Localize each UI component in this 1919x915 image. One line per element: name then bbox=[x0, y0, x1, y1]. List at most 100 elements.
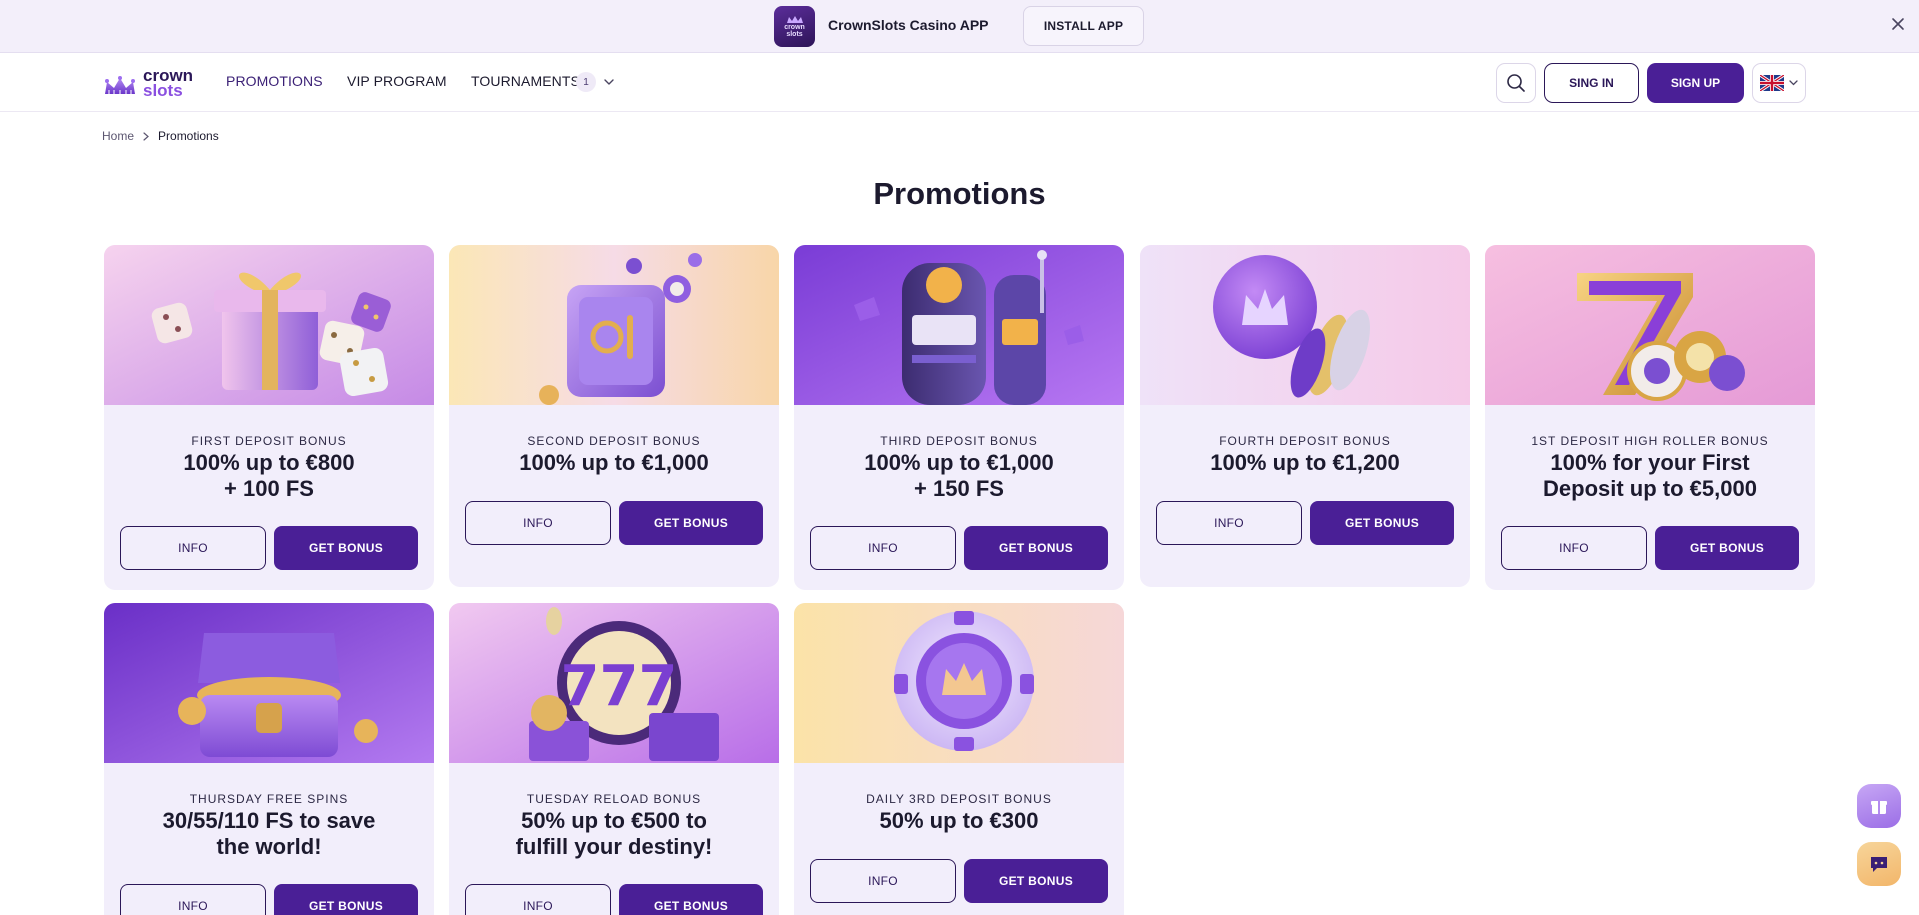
info-button[interactable]: INFO bbox=[120, 884, 266, 915]
info-button[interactable]: INFO bbox=[1156, 501, 1302, 545]
breadcrumb-home[interactable]: Home bbox=[102, 129, 134, 143]
get-bonus-button[interactable]: GET BONUS bbox=[1655, 526, 1799, 570]
app-icon-text-2: slots bbox=[786, 30, 803, 38]
close-icon[interactable] bbox=[1891, 17, 1905, 31]
logo-crown-icon bbox=[105, 76, 135, 94]
chat-icon bbox=[1871, 857, 1887, 872]
promo-headline: 100% up to €1,000 + 150 FS bbox=[814, 450, 1104, 502]
promo-headline: 100% up to €1,000 bbox=[469, 450, 759, 476]
promo-headline: 100% up to €1,200 bbox=[1160, 450, 1450, 476]
gift-icon bbox=[1871, 801, 1887, 814]
app-icon-text-1: crown bbox=[784, 23, 805, 31]
info-button[interactable]: INFO bbox=[1501, 526, 1647, 570]
get-bonus-button[interactable]: GET BONUS bbox=[274, 884, 418, 915]
chevron-down-icon bbox=[1789, 80, 1798, 86]
promo-headline-line1: 100% up to €1,000 bbox=[519, 450, 709, 475]
search-button[interactable] bbox=[1496, 63, 1536, 103]
floating-gift-button[interactable] bbox=[1857, 784, 1901, 828]
site-header: crown slots PROMOTIONS VIP PROGRAM TOURN… bbox=[0, 54, 1919, 112]
info-button[interactable]: INFO bbox=[810, 526, 956, 570]
nav-promotions[interactable]: PROMOTIONS bbox=[226, 73, 323, 89]
promo-card-second-deposit: SECOND DEPOSIT BONUS 100% up to €1,000 I… bbox=[449, 245, 779, 587]
promo-actions: INFO GET BONUS bbox=[465, 884, 763, 915]
promo-headline-line1: 50% up to €300 bbox=[879, 808, 1039, 833]
promo-card-fourth-deposit: FOURTH DEPOSIT BONUS 100% up to €1,200 I… bbox=[1140, 245, 1470, 587]
app-install-banner: crown slots CrownSlots Casino APP INSTAL… bbox=[0, 0, 1919, 53]
promo-headline-line2: Deposit up to €5,000 bbox=[1543, 476, 1757, 501]
info-button[interactable]: INFO bbox=[810, 859, 956, 903]
info-button[interactable]: INFO bbox=[465, 501, 611, 545]
promo-headline: 50% up to €300 bbox=[814, 808, 1104, 834]
promo-headline: 50% up to €500 to fulfill your destiny! bbox=[469, 808, 759, 860]
promo-headline: 100% for your First Deposit up to €5,000 bbox=[1505, 450, 1795, 502]
svg-text:777: 777 bbox=[561, 654, 678, 719]
promo-card-thursday-free-spins: THURSDAY FREE SPINS 30/55/110 FS to save… bbox=[104, 603, 434, 915]
promo-image-golden-seven bbox=[1485, 245, 1815, 405]
get-bonus-button[interactable]: GET BONUS bbox=[274, 526, 418, 570]
search-icon bbox=[1507, 74, 1525, 92]
promo-card-daily-third-deposit: DAILY 3RD DEPOSIT BONUS 50% up to €300 I… bbox=[794, 603, 1124, 915]
promo-actions: INFO GET BONUS bbox=[1501, 526, 1799, 570]
promo-subtitle: 1ST DEPOSIT HIGH ROLLER BONUS bbox=[1531, 434, 1769, 448]
promo-headline-line1: 100% up to €1,200 bbox=[1210, 450, 1400, 475]
nav-tournaments[interactable]: TOURNAMENTS bbox=[471, 73, 580, 89]
promo-headline-line2: the world! bbox=[216, 834, 322, 859]
breadcrumb-current: Promotions bbox=[158, 129, 219, 143]
get-bonus-button[interactable]: GET BONUS bbox=[964, 526, 1108, 570]
info-button[interactable]: INFO bbox=[465, 884, 611, 915]
page-title: Promotions bbox=[873, 176, 1046, 211]
uk-flag-icon bbox=[1760, 75, 1784, 91]
promo-image-crown-coin bbox=[1140, 245, 1470, 405]
promo-actions: INFO GET BONUS bbox=[810, 859, 1108, 903]
promo-headline-line2: + 100 FS bbox=[224, 476, 314, 501]
promo-headline: 100% up to €800 + 100 FS bbox=[124, 450, 414, 502]
nav-vip-program[interactable]: VIP PROGRAM bbox=[347, 73, 447, 89]
crownslots-logo[interactable]: crown slots bbox=[103, 66, 203, 100]
promo-headline: 30/55/110 FS to save the world! bbox=[124, 808, 414, 860]
promo-card-tuesday-reload: 777 TUESDAY RELOAD BONUS 50% up to €500 … bbox=[449, 603, 779, 915]
promo-actions: INFO GET BONUS bbox=[465, 501, 763, 545]
promo-headline-line2: + 150 FS bbox=[914, 476, 1004, 501]
promo-image-slot-machine bbox=[794, 245, 1124, 405]
promo-image-casino-chip bbox=[794, 603, 1124, 763]
get-bonus-button[interactable]: GET BONUS bbox=[1310, 501, 1454, 545]
promo-headline-line1: 30/55/110 FS to save bbox=[162, 808, 376, 833]
promo-actions: INFO GET BONUS bbox=[810, 526, 1108, 570]
promo-subtitle: SECOND DEPOSIT BONUS bbox=[527, 434, 701, 448]
language-selector[interactable] bbox=[1752, 63, 1806, 103]
sign-up-button[interactable]: SIGN UP bbox=[1647, 63, 1744, 103]
promo-subtitle: THURSDAY FREE SPINS bbox=[189, 792, 349, 806]
promo-headline-line1: 50% up to €500 to bbox=[521, 808, 707, 833]
chevron-right-icon bbox=[143, 131, 149, 141]
info-button[interactable]: INFO bbox=[120, 526, 266, 570]
promo-subtitle: FOURTH DEPOSIT BONUS bbox=[1219, 434, 1391, 448]
app-icon: crown slots bbox=[774, 6, 815, 47]
promo-subtitle: THIRD DEPOSIT BONUS bbox=[880, 434, 1038, 448]
sign-in-button[interactable]: SING IN bbox=[1544, 63, 1639, 103]
crown-icon bbox=[786, 15, 803, 23]
breadcrumb: Home Promotions bbox=[102, 129, 219, 143]
tournaments-count-badge: 1 bbox=[576, 72, 596, 92]
promo-headline-line1: 100% for your First bbox=[1550, 450, 1750, 475]
get-bonus-button[interactable]: GET BONUS bbox=[619, 501, 763, 545]
chevron-down-icon[interactable] bbox=[604, 78, 614, 86]
promo-subtitle: TUESDAY RELOAD BONUS bbox=[526, 792, 702, 806]
promo-actions: INFO GET BONUS bbox=[120, 526, 418, 570]
promo-subtitle: FIRST DEPOSIT BONUS bbox=[191, 434, 347, 448]
promo-headline-line2: fulfill your destiny! bbox=[515, 834, 713, 859]
promo-card-first-deposit: FIRST DEPOSIT BONUS 100% up to €800 + 10… bbox=[104, 245, 434, 590]
promo-headline-line1: 100% up to €800 bbox=[183, 450, 355, 475]
promo-subtitle: DAILY 3RD DEPOSIT BONUS bbox=[866, 792, 1052, 806]
promo-actions: INFO GET BONUS bbox=[1156, 501, 1454, 545]
get-bonus-button[interactable]: GET BONUS bbox=[619, 884, 763, 915]
promo-image-safe bbox=[449, 245, 779, 405]
promo-actions: INFO GET BONUS bbox=[120, 884, 418, 915]
app-name: CrownSlots Casino APP bbox=[828, 17, 989, 33]
floating-chat-button[interactable] bbox=[1857, 842, 1901, 886]
promo-card-third-deposit: THIRD DEPOSIT BONUS 100% up to €1,000 + … bbox=[794, 245, 1124, 590]
promo-headline-line1: 100% up to €1,000 bbox=[864, 450, 1054, 475]
install-app-button[interactable]: INSTALL APP bbox=[1023, 6, 1144, 46]
get-bonus-button[interactable]: GET BONUS bbox=[964, 859, 1108, 903]
promo-image-triple-seven: 777 bbox=[449, 603, 779, 763]
promo-card-high-roller: 1ST DEPOSIT HIGH ROLLER BONUS 100% for y… bbox=[1485, 245, 1815, 590]
